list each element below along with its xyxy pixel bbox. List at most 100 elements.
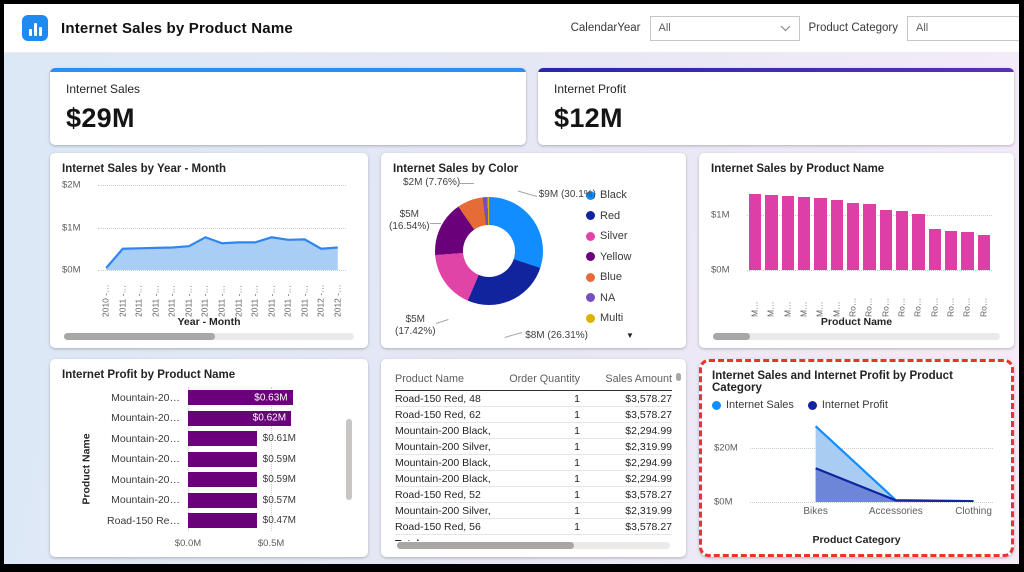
table-row[interactable]: Mountain-200 Black, 381$2,294.99: [395, 471, 672, 487]
legend-item-silver[interactable]: Silver: [586, 230, 674, 242]
donut-callout-label: $5M (16.54%): [389, 209, 430, 233]
horizontal-scrollbar[interactable]: [713, 333, 1000, 340]
legend-item-yellow[interactable]: Yellow: [586, 251, 674, 263]
legend-item-red[interactable]: Red: [586, 210, 674, 222]
calendar-year-dropdown[interactable]: All: [650, 16, 800, 41]
chart-title: Internet Profit by Product Name: [62, 369, 356, 381]
legend-label: NA: [600, 292, 615, 304]
column-header[interactable]: Order Quantity: [492, 371, 580, 391]
table-row[interactable]: Road-150 Red, 481$3,578.27: [395, 391, 672, 407]
horizontal-scrollbar[interactable]: [397, 542, 670, 549]
column-header[interactable]: Sales Amount: [580, 371, 672, 391]
scrollbar-thumb[interactable]: [397, 542, 574, 549]
kpi-value: $12M: [554, 103, 998, 134]
x-tick-label: M…: [750, 271, 761, 317]
bar[interactable]: [863, 204, 875, 270]
bar[interactable]: $0.63M: [188, 390, 293, 405]
x-tick-label: 2011 -…: [183, 271, 194, 317]
bar[interactable]: [961, 232, 973, 270]
app-header: Internet Sales by Product Name CalendarY…: [4, 4, 1019, 53]
column-header[interactable]: Product Name: [395, 371, 492, 391]
bar[interactable]: [188, 431, 257, 446]
x-tick-label: Ro…: [913, 271, 924, 317]
bar[interactable]: [978, 235, 990, 270]
table-cell: $2,294.99: [580, 423, 672, 439]
bar[interactable]: [831, 200, 843, 270]
kpi-card-internet-profit[interactable]: Internet Profit $12M: [538, 68, 1014, 145]
bar[interactable]: [798, 197, 810, 270]
product-category-dropdown[interactable]: All: [907, 16, 1019, 41]
donut-callout-label: $2M (7.76%): [403, 177, 460, 189]
x-tick-label: Ro…: [929, 271, 940, 317]
legend-expand-icon[interactable]: ▼: [586, 331, 674, 340]
bar[interactable]: [765, 195, 777, 270]
scrollbar-thumb[interactable]: [713, 333, 750, 340]
table-row[interactable]: Mountain-200 Silver, 381$2,319.99: [395, 439, 672, 455]
kpi-accent-bar: [538, 68, 1014, 72]
x-tick: 2011 -…: [296, 272, 313, 316]
kpi-value: $29M: [66, 103, 510, 134]
bar[interactable]: [814, 198, 826, 270]
bar[interactable]: [749, 194, 761, 270]
x-tick: Ro…: [878, 272, 894, 316]
legend-item-internet-sales[interactable]: Internet Sales: [712, 399, 794, 411]
donut-ring[interactable]: [435, 197, 543, 305]
hbar-chart-profit-by-product: Product Name Mountain-20…$0.63MMountain-…: [62, 383, 356, 551]
kpi-title: Internet Profit: [554, 82, 998, 96]
bar[interactable]: [188, 472, 257, 487]
area-series-group[interactable]: [750, 419, 993, 502]
legend-item-na[interactable]: NA: [586, 292, 674, 304]
vertical-scrollbar-thumb[interactable]: [676, 373, 681, 381]
bar-value-label: $0.59M: [263, 454, 296, 465]
horizontal-scrollbar[interactable]: [64, 333, 354, 340]
legend-item-blue[interactable]: Blue: [586, 271, 674, 283]
grid-line: [750, 502, 993, 503]
x-tick-label: M…: [799, 271, 810, 317]
x-tick-label: 2012 -…: [316, 271, 327, 317]
table-row[interactable]: Mountain-200 Silver, 461$2,319.99: [395, 503, 672, 519]
bar[interactable]: $0.62M: [188, 411, 291, 426]
x-tick: 2011 -…: [148, 272, 165, 316]
table-row[interactable]: Road-150 Red, 521$3,578.27: [395, 487, 672, 503]
x-tick-label: 2011 -…: [134, 271, 145, 317]
table-row[interactable]: Road-150 Red, 561$3,578.27: [395, 519, 672, 535]
bar[interactable]: [782, 196, 794, 270]
bar[interactable]: [896, 211, 908, 270]
legend-label: Yellow: [600, 251, 631, 263]
chart-title: Internet Sales and Internet Profit by Pr…: [712, 370, 1001, 394]
bar[interactable]: [912, 214, 924, 270]
bar-value-label: $0.62M: [253, 413, 286, 424]
scrollbar-thumb[interactable]: [64, 333, 215, 340]
calendar-year-value: All: [659, 22, 671, 34]
table-header: Product NameOrder QuantitySales Amount: [395, 371, 672, 391]
bar[interactable]: [945, 231, 957, 270]
table-row[interactable]: Road-150 Red, 621$3,578.27: [395, 407, 672, 423]
donut-hole: [463, 225, 515, 277]
area-chart-by-category: $20M$0MBikesAccessoriesClothing: [712, 415, 1001, 534]
table-header-row: Product NameOrder QuantitySales Amount: [395, 371, 672, 391]
table-cell: Mountain-200 Black, 46: [395, 455, 492, 471]
table-row[interactable]: Mountain-200 Black, 461$2,294.99: [395, 455, 672, 471]
bar[interactable]: [188, 513, 257, 528]
table-cell: $3,578.27: [580, 519, 672, 535]
bar[interactable]: [188, 452, 257, 467]
vertical-scrollbar[interactable]: [346, 419, 352, 509]
table-row[interactable]: Mountain-200 Black, 421$2,294.99: [395, 423, 672, 439]
donut-callout-label: $5M (17.42%): [395, 314, 436, 338]
hbar-row: Mountain-20…$0.63M: [84, 389, 342, 406]
legend-item-black[interactable]: Black: [586, 189, 674, 201]
x-axis-labels: 2010 -…2011 -…2011 -…2011 -…2011 -…2011 …: [98, 272, 346, 316]
donut-plot: $9M (30.1%)$8M (26.31%)$5M (17.42%)$5M (…: [393, 177, 586, 342]
card-sales-by-color: Internet Sales by Color $9M (30.1%)$8M (…: [381, 153, 686, 348]
bar[interactable]: [188, 493, 257, 508]
bar[interactable]: [929, 229, 941, 270]
kpi-card-internet-sales[interactable]: Internet Sales $29M: [50, 68, 526, 145]
legend-item-internet-profit[interactable]: Internet Profit: [808, 399, 888, 411]
scrollbar-thumb[interactable]: [346, 419, 352, 500]
area-series[interactable]: [98, 185, 346, 270]
legend-item-multi[interactable]: Multi: [586, 312, 674, 324]
bar[interactable]: [880, 210, 892, 270]
legend-dot: [808, 401, 817, 410]
legend-dot: [586, 314, 595, 323]
bar[interactable]: [847, 203, 859, 270]
